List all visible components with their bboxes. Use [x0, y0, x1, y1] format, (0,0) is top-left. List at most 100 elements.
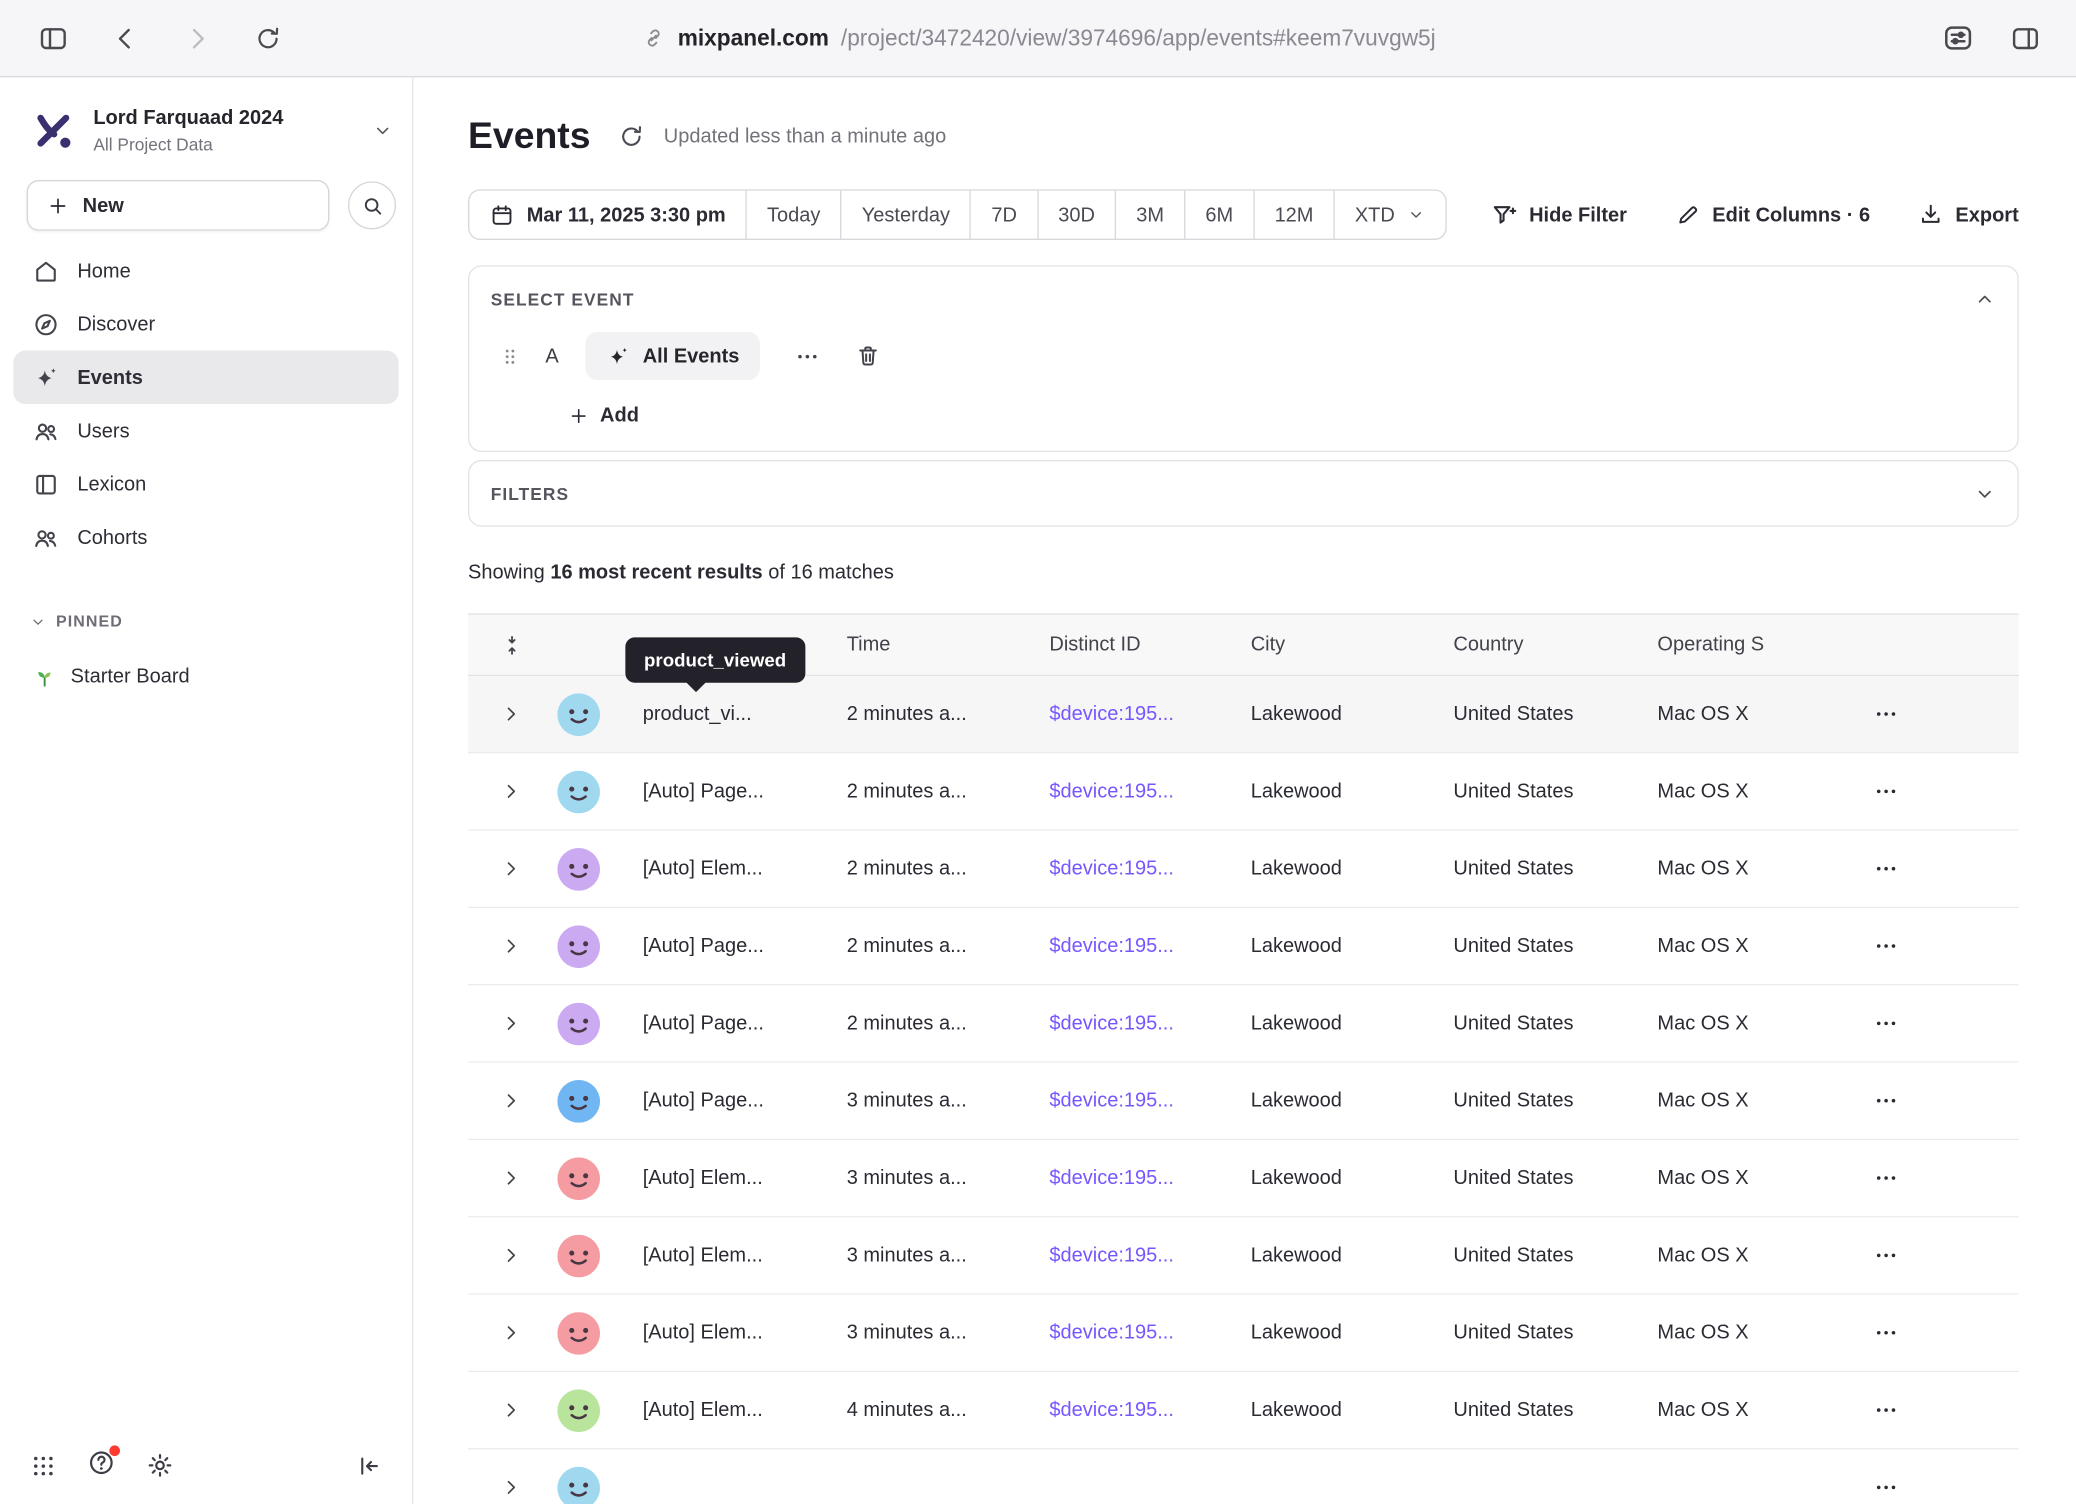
row-actions-icon[interactable]	[1873, 1243, 1898, 1268]
trash-icon[interactable]	[854, 343, 881, 370]
row-actions-icon[interactable]	[1873, 701, 1898, 726]
table-row[interactable]: product_vi... 2 minutes a... $device:195…	[468, 676, 2019, 753]
distinct-id-link[interactable]: $device:195...	[1049, 1012, 1250, 1035]
toggle-sidebar-icon[interactable]	[37, 22, 69, 54]
range-xtd[interactable]: XTD	[1333, 191, 1445, 239]
col-distinct-id[interactable]: Distinct ID	[1049, 633, 1250, 656]
expand-row-icon[interactable]	[500, 1476, 523, 1499]
range-today[interactable]: Today	[746, 191, 841, 239]
apps-grid-icon[interactable]	[29, 1451, 57, 1479]
gear-icon[interactable]	[145, 1451, 174, 1480]
expand-section-icon[interactable]	[1973, 482, 1996, 505]
row-actions-icon[interactable]	[1873, 856, 1898, 881]
collapse-rows-icon[interactable]	[500, 633, 524, 657]
date-picker-button[interactable]: Mar 11, 2025 3:30 pm	[469, 191, 745, 239]
table-row[interactable]: [Auto] Page... 2 minutes a... $device:19…	[468, 908, 2019, 985]
pinned-board-starter[interactable]: Starter Board	[13, 652, 398, 700]
expand-row-icon[interactable]	[500, 1321, 523, 1344]
range-12m[interactable]: 12M	[1253, 191, 1333, 239]
expand-row-icon[interactable]	[500, 1399, 523, 1422]
drag-handle-icon[interactable]	[499, 345, 522, 368]
row-actions-icon[interactable]	[1873, 933, 1898, 958]
distinct-id-link[interactable]: $device:195...	[1049, 703, 1250, 726]
sidebar-item-cohorts[interactable]: Cohorts	[13, 511, 398, 564]
row-actions-icon[interactable]	[1873, 1011, 1898, 1036]
filters-card[interactable]: FILTERS	[468, 460, 2019, 527]
export-label: Export	[1955, 203, 2018, 226]
range-7d[interactable]: 7D	[970, 191, 1037, 239]
hide-filter-button[interactable]: Hide Filter	[1490, 201, 1626, 229]
row-actions-icon[interactable]	[1873, 1165, 1898, 1190]
table-row[interactable]: [Auto] Elem... 3 minutes a... $device:19…	[468, 1140, 2019, 1217]
row-actions-icon[interactable]	[1873, 1088, 1898, 1113]
expand-row-icon[interactable]	[500, 1167, 523, 1190]
expand-row-icon[interactable]	[500, 780, 523, 803]
row-actions-icon[interactable]	[1873, 779, 1898, 804]
address-bar[interactable]: mixpanel.com/project/3472420/view/397469…	[640, 25, 1435, 52]
distinct-id-link[interactable]: $device:195...	[1049, 1167, 1250, 1190]
distinct-id-link[interactable]: $device:195...	[1049, 780, 1250, 803]
reload-icon[interactable]	[253, 23, 282, 52]
compass-icon	[32, 310, 60, 338]
sidebar-item-events[interactable]: Events	[13, 351, 398, 404]
updated-status: Updated less than a minute ago	[664, 125, 946, 148]
table-row[interactable]: [Auto] Elem... 3 minutes a... $device:19…	[468, 1295, 2019, 1372]
sidebar-item-lexicon[interactable]: Lexicon	[13, 457, 398, 510]
all-events-pill[interactable]: All Events	[585, 332, 759, 380]
new-button-label: New	[83, 194, 124, 217]
row-actions-icon[interactable]	[1873, 1475, 1898, 1500]
collapse-section-icon[interactable]	[1973, 288, 1996, 311]
event-options-icon[interactable]	[794, 343, 819, 368]
table-row[interactable]: [Auto] Page... 2 minutes a... $device:19…	[468, 753, 2019, 830]
expand-row-icon[interactable]	[500, 1012, 523, 1035]
event-name-cell: [Auto] Elem...	[615, 857, 847, 880]
row-actions-icon[interactable]	[1873, 1320, 1898, 1345]
pinned-section-header[interactable]: PINNED	[29, 612, 412, 631]
sidebar-item-label: Events	[77, 366, 143, 389]
new-button[interactable]: New	[27, 180, 330, 231]
row-actions-icon[interactable]	[1873, 1397, 1898, 1422]
search-button[interactable]	[348, 181, 396, 229]
expand-row-icon[interactable]	[500, 1089, 523, 1112]
table-row[interactable]: [Auto] Elem... 3 minutes a... $device:19…	[468, 1217, 2019, 1294]
back-icon[interactable]	[109, 22, 141, 54]
sidebar-item-users[interactable]: Users	[13, 404, 398, 457]
edit-columns-button[interactable]: Edit Columns · 6	[1675, 201, 1870, 228]
col-country[interactable]: Country	[1453, 633, 1657, 656]
distinct-id-link[interactable]: $device:195...	[1049, 1244, 1250, 1267]
add-event-button[interactable]: Add	[568, 404, 639, 427]
sidebar-item-home[interactable]: Home	[13, 244, 398, 297]
book-icon	[32, 470, 60, 498]
expand-row-icon[interactable]	[500, 1244, 523, 1267]
distinct-id-link[interactable]: $device:195...	[1049, 935, 1250, 958]
range-3m[interactable]: 3M	[1115, 191, 1184, 239]
range-6m[interactable]: 6M	[1184, 191, 1253, 239]
col-time[interactable]: Time	[847, 633, 1050, 656]
country-cell: United States	[1453, 1399, 1657, 1422]
export-button[interactable]: Export	[1918, 201, 2019, 228]
panel-right-icon[interactable]	[2009, 22, 2041, 54]
distinct-id-link[interactable]: $device:195...	[1049, 1089, 1250, 1112]
range-30d[interactable]: 30D	[1037, 191, 1115, 239]
table-row[interactable]	[468, 1449, 2019, 1504]
distinct-id-link[interactable]: $device:195...	[1049, 857, 1250, 880]
table-row[interactable]: [Auto] Elem... 4 minutes a... $device:19…	[468, 1372, 2019, 1449]
table-row[interactable]: [Auto] Page... 3 minutes a... $device:19…	[468, 1063, 2019, 1140]
range-yesterday[interactable]: Yesterday	[840, 191, 970, 239]
col-city[interactable]: City	[1251, 633, 1454, 656]
distinct-id-link[interactable]: $device:195...	[1049, 1321, 1250, 1344]
forward-icon[interactable]	[181, 22, 213, 54]
expand-row-icon[interactable]	[500, 857, 523, 880]
sidebar-item-discover[interactable]: Discover	[13, 297, 398, 350]
expand-row-icon[interactable]	[500, 935, 523, 958]
sidebar-item-label: Users	[77, 419, 129, 442]
refresh-icon[interactable]	[617, 122, 645, 150]
distinct-id-link[interactable]: $device:195...	[1049, 1399, 1250, 1422]
table-row[interactable]: [Auto] Page... 2 minutes a... $device:19…	[468, 985, 2019, 1062]
page-settings-icon[interactable]	[1941, 21, 1974, 54]
collapse-sidebar-icon[interactable]	[355, 1451, 383, 1479]
workspace-switcher[interactable]: Lord Farquaad 2024 All Project Data	[29, 107, 393, 155]
table-row[interactable]: [Auto] Elem... 2 minutes a... $device:19…	[468, 831, 2019, 908]
col-os[interactable]: Operating S	[1657, 633, 1841, 656]
expand-row-icon[interactable]	[500, 703, 523, 726]
